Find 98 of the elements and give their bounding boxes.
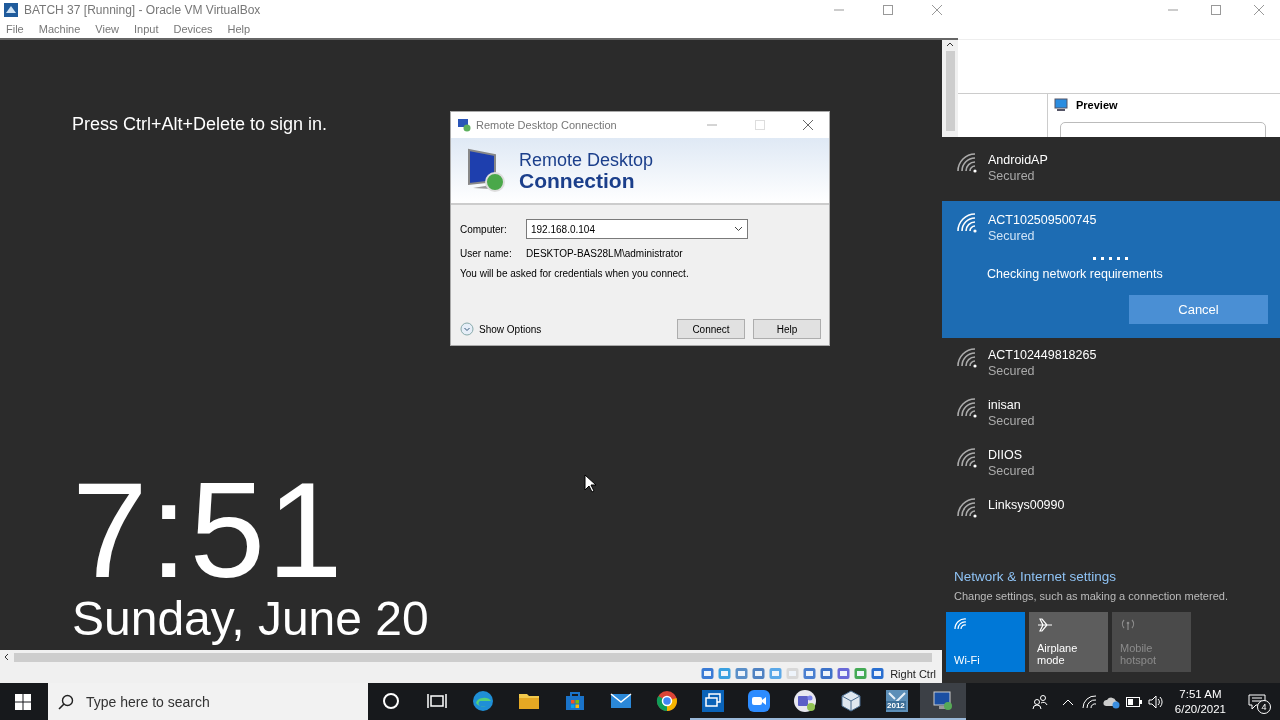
- search-icon: [58, 693, 74, 710]
- device-status-icon[interactable]: [751, 666, 767, 681]
- close-icon[interactable]: [1253, 5, 1264, 15]
- maximize-icon[interactable]: [1210, 5, 1221, 15]
- monitor-icon: [931, 688, 955, 713]
- scrollbar-thumb[interactable]: [14, 652, 932, 662]
- connection-progress: Checking network requirements: [987, 267, 1164, 281]
- search-field[interactable]: Type here to search: [48, 683, 368, 720]
- scrollbar-thumb[interactable]: [945, 51, 955, 131]
- window-title: BATCH 37 [Running] - Oracle VM VirtualBox: [24, 3, 262, 17]
- network-status: Secured: [988, 414, 1035, 428]
- computer-combo[interactable]: 192.168.0.104: [526, 219, 748, 239]
- cube-icon: [839, 688, 863, 713]
- dialog-title: Remote Desktop Connection: [476, 119, 618, 131]
- dialog-button[interactable]: Connect: [677, 319, 745, 339]
- network-item[interactable]: ACT102509500745 Secured Checking network requirements Cancel: [942, 201, 1280, 338]
- scroll-up-icon[interactable]: [946, 40, 954, 48]
- teams-icon: [793, 688, 817, 713]
- network-status: Secured: [988, 464, 1035, 478]
- device-status-icon[interactable]: [853, 666, 869, 681]
- network-name: ACT102509500745: [988, 213, 1097, 227]
- lock-date: Sunday, June 20: [72, 591, 429, 647]
- quick-action-tile[interactable]: Airplane mode: [1029, 612, 1108, 672]
- show-options-toggle[interactable]: Show Options: [460, 322, 542, 336]
- quick-action-tile[interactable]: Wi-Fi: [946, 612, 1025, 672]
- network-name: ACT102449818265: [988, 348, 1097, 362]
- chevron-down-icon: [460, 322, 474, 336]
- network-item[interactable]: DIIOS Secured: [942, 444, 1280, 494]
- device-status-icon[interactable]: [768, 666, 784, 681]
- app-icon: [4, 3, 18, 17]
- device-status-icon[interactable]: [802, 666, 818, 681]
- windows-icon: [15, 693, 31, 710]
- settings-link[interactable]: Network & Internet settings: [954, 569, 1280, 584]
- network-status: Secured: [988, 169, 1036, 183]
- sign-in-prompt: Press Ctrl+Alt+Delete to sign in.: [72, 114, 328, 135]
- network-name: Linksys00990: [988, 498, 1065, 512]
- device-status-icon[interactable]: [819, 666, 835, 681]
- network-item[interactable]: Linksys00990: [942, 494, 1280, 534]
- menu-item[interactable]: View: [95, 23, 119, 35]
- remote-desktop-icon: [701, 688, 725, 713]
- menu-item[interactable]: File: [6, 23, 24, 35]
- network-name: inisan: [988, 398, 1022, 412]
- wifi-icon: [956, 498, 978, 518]
- section-title: Preview: [1076, 99, 1118, 111]
- taskbar-clock[interactable]: 7:51 AM 6/20/2021: [1166, 686, 1234, 717]
- notification-button[interactable]: 4: [1234, 683, 1280, 720]
- network-status: Secured: [988, 229, 1036, 243]
- version-label: 2012: [886, 701, 906, 710]
- maximize-icon[interactable]: [882, 5, 893, 15]
- menu-item[interactable]: Help: [227, 23, 251, 35]
- dialog-heading: Connection: [519, 169, 635, 192]
- field-label: Computer:: [460, 223, 508, 235]
- close-icon[interactable]: [931, 5, 942, 15]
- progress-dots-icon: [1093, 257, 1131, 261]
- network-status: Secured: [988, 364, 1036, 378]
- menu-item[interactable]: Input: [133, 23, 159, 35]
- network-item[interactable]: inisan Secured: [942, 394, 1280, 444]
- device-status-icon[interactable]: [700, 666, 716, 681]
- close-icon[interactable]: [802, 120, 813, 130]
- menu-item[interactable]: Devices: [173, 23, 213, 35]
- settings-hint: Change settings, such as making a connection metered.: [954, 590, 1229, 602]
- host-key-label: Right Ctrl: [890, 667, 936, 680]
- chrome-icon: [655, 688, 679, 713]
- network-name: DIIOS: [988, 448, 1024, 462]
- monitor-icon: [1054, 98, 1068, 112]
- app-icon: [457, 118, 471, 132]
- monitor-icon: [465, 147, 507, 194]
- wifi-icon: [956, 213, 978, 233]
- credentials-note: You will be asked for credentials when you connect.: [460, 268, 690, 279]
- field-label: User name:: [460, 248, 513, 259]
- video-camera-icon: [747, 688, 771, 713]
- device-status-icon[interactable]: [836, 666, 852, 681]
- username-value: DESKTOP-BAS28LM\administrator: [526, 248, 683, 259]
- device-status-icon[interactable]: [870, 666, 886, 681]
- dialog-heading: Remote Desktop: [519, 149, 654, 170]
- clock-time: 7:51 AM: [1179, 686, 1222, 702]
- wifi-icon: [956, 398, 978, 418]
- dialog-button[interactable]: Help: [753, 319, 821, 339]
- device-status-icon[interactable]: [734, 666, 750, 681]
- message-icon: [1248, 693, 1266, 710]
- browser-icon: [471, 688, 495, 713]
- menu-item[interactable]: Machine: [38, 23, 81, 35]
- device-status-icon[interactable]: [717, 666, 733, 681]
- wifi-icon: [956, 448, 978, 468]
- clock-date: 6/20/2021: [1174, 701, 1226, 717]
- network-item[interactable]: ACT102449818265 Secured: [942, 344, 1280, 394]
- network-item[interactable]: AndroidAP Secured: [942, 149, 1280, 199]
- wifi-icon: [956, 153, 978, 173]
- notification-count: 4: [1257, 700, 1271, 714]
- wifi-icon: [956, 348, 978, 368]
- airplane-icon: [1037, 618, 1053, 632]
- wifi-icon: [954, 618, 968, 630]
- network-name: AndroidAP: [988, 153, 1048, 167]
- chevron-down-icon: [734, 226, 743, 232]
- hotspot-icon: [1120, 618, 1136, 630]
- pointer-icon: [584, 474, 598, 494]
- scroll-left-icon[interactable]: [2, 653, 10, 661]
- lock-clock: 7:51: [72, 469, 345, 591]
